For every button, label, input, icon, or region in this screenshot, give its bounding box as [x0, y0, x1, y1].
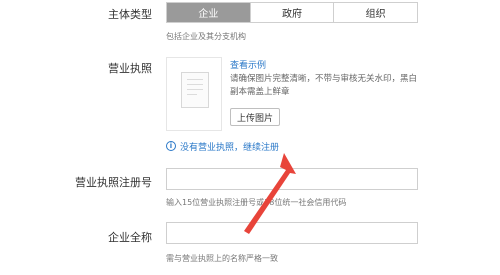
subject-type-label: 主体类型 — [108, 8, 152, 21]
company-name-hint: 需与营业执照上的名称严格一致 — [166, 254, 278, 263]
no-license-continue-link[interactable]: 没有营业执照，继续注册 — [180, 140, 279, 153]
subject-type-option-government[interactable]: 政府 — [251, 3, 335, 22]
license-requirements-line1: 请确保图片完整清晰，不带与审核无关水印，黑白 — [230, 74, 418, 84]
company-name-label: 企业全称 — [108, 231, 152, 244]
company-name-input[interactable] — [166, 222, 418, 244]
registration-number-input[interactable] — [166, 168, 418, 190]
subject-type-hint: 包括企业及其分支机构 — [166, 32, 246, 41]
view-example-link[interactable]: 查看示例 — [230, 58, 266, 71]
business-license-label: 营业执照 — [108, 62, 152, 75]
license-image-placeholder[interactable] — [166, 57, 222, 131]
subject-type-option-organization[interactable]: 组织 — [334, 3, 417, 22]
info-icon: i — [166, 141, 176, 151]
document-icon — [181, 72, 209, 108]
upload-image-button[interactable]: 上传图片 — [230, 108, 280, 126]
subject-type-option-enterprise[interactable]: 企业 — [167, 3, 251, 22]
registration-number-label: 营业执照注册号 — [75, 176, 152, 189]
subject-type-selector: 企业 政府 组织 — [166, 2, 418, 23]
license-requirements-line2: 副本需盖上鲜章 — [230, 87, 290, 97]
registration-number-hint: 输入15位营业执照注册号或18位统一社会信用代码 — [166, 198, 347, 207]
